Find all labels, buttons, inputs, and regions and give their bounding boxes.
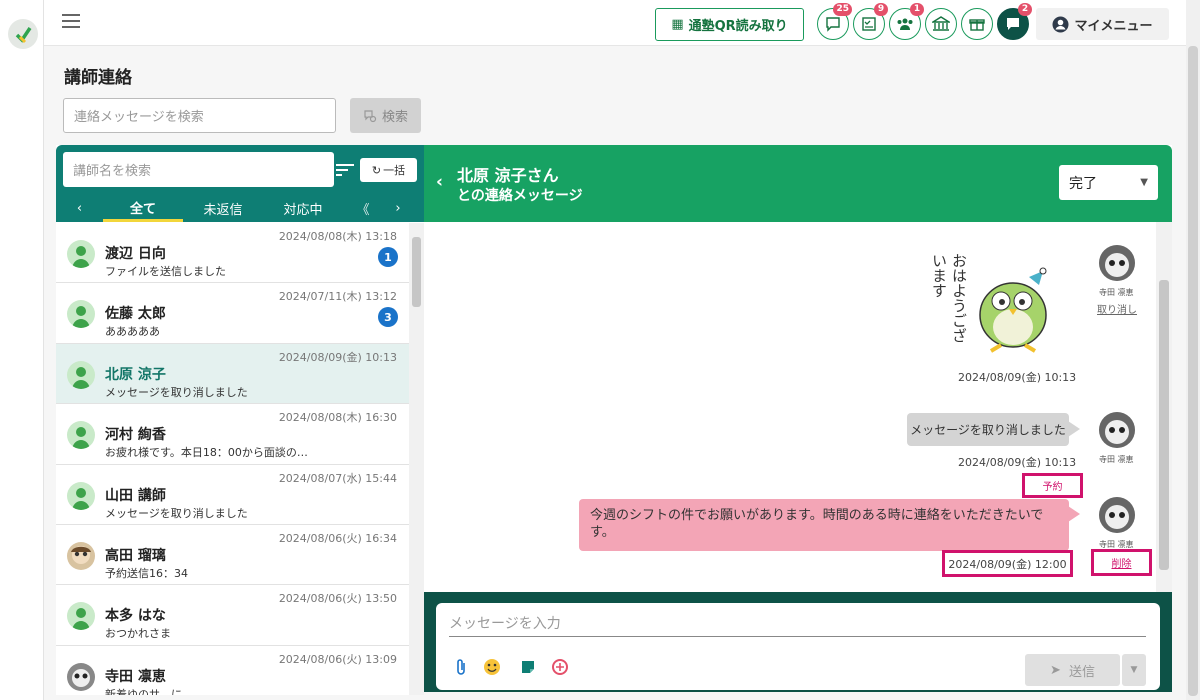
emoji-icon[interactable] [483, 658, 501, 676]
conversation-item-selected[interactable]: 北原 涼子 メッセージを取り消しました 2024/08/09(金) 10:13 [56, 343, 409, 405]
composer-box: メッセージを入力 ➤ 送信 ▼ [436, 603, 1160, 690]
send-button[interactable]: ➤ 送信 [1025, 654, 1120, 686]
undo-link[interactable]: 取り消し [1097, 301, 1137, 316]
stamp-icon[interactable] [551, 658, 569, 676]
reserved-message-bubble: 今週のシフトの件でお願いがあります。時間のある時に連絡をいただきたいです。 [579, 499, 1069, 551]
thread-scrollbar[interactable] [1156, 222, 1172, 592]
message-time: 2024/08/09(金) 10:13 [958, 371, 1077, 384]
avatar [67, 240, 95, 268]
conversation-item[interactable]: 山田 講師 メッセージを取り消しました 2024/08/07(水) 15:44 [56, 464, 409, 525]
status-select[interactable]: 完了 ▼ [1059, 165, 1158, 200]
send-icon: ➤ [1050, 662, 1061, 678]
hamburger-menu-icon[interactable] [62, 14, 80, 28]
conversation-item[interactable]: 河村 絢香 お疲れ様です。本日18：00から面談の… 2024/08/08(木)… [56, 404, 409, 465]
composer: メッセージを入力 ➤ 送信 ▼ [424, 592, 1172, 692]
avatar [67, 602, 95, 631]
refresh-icon: ↻ [371, 163, 382, 177]
sender-avatar [1099, 245, 1135, 281]
chat-header: ‹ 北原 涼子さん との連絡メッセージ 完了 ▼ [424, 145, 1172, 222]
tab-next-partial[interactable]: 《 [343, 195, 383, 222]
chat-icon[interactable]: 25 [817, 3, 852, 40]
message-input[interactable]: メッセージを入力 [449, 613, 1146, 637]
avatar [67, 300, 95, 329]
message-thread: おはようございます 寺田 凛恵 取り消し 2024/08/09(金) 10:13… [424, 222, 1172, 592]
conversation-item[interactable]: 佐藤 太郎 あああああ 2024/07/11(木) 13:12 3 [56, 283, 409, 344]
unread-count: 1 [378, 247, 398, 267]
conversation-item[interactable]: 本多 はな おつかれさま 2024/08/06(火) 13:50 [56, 585, 409, 646]
conversation-list: 渡辺 日向 ファイルを送信しました 2024/08/08(木) 13:18 1 … [56, 223, 409, 695]
avatar [67, 421, 95, 450]
teacher-search-input[interactable]: 講師名を検索 [63, 152, 334, 187]
school-icon[interactable] [925, 8, 957, 40]
delete-link[interactable]: 削除 [1091, 549, 1152, 576]
reserved-tag: 予約 [1042, 482, 1063, 493]
chevron-down-icon: ▼ [1130, 665, 1138, 675]
chat-badge: 25 [833, 3, 852, 16]
list-header: 講師名を検索 ↻ 一括 ‹ 全て 未返信 対応中 《 › [56, 145, 424, 222]
message-time: 2024/08/09(金) 10:13 [958, 456, 1077, 469]
tabs-next-icon[interactable]: › [383, 195, 413, 222]
scheduled-time: 2024/08/09(金) 12:00 [948, 557, 1067, 571]
sender-avatar [1099, 497, 1135, 533]
avatar [67, 360, 95, 389]
conversation-list-panel: 講師名を検索 ↻ 一括 ‹ 全て 未返信 対応中 《 › 渡辺 日向 ファイルを送… [56, 145, 424, 695]
filter-tabs: ‹ 全て 未返信 対応中 《 › [56, 195, 424, 222]
chat-subtitle: との連絡メッセージ [457, 188, 583, 204]
avatar-photo [67, 541, 95, 570]
conversation-item[interactable]: 寺田 凛恵 新着ゆのサ…に 2024/08/06(火) 13:09 [56, 645, 409, 695]
message-search-input[interactable]: 連絡メッセージを検索 [63, 98, 336, 133]
tab-in-progress[interactable]: 対応中 [263, 195, 343, 222]
withdrawn-bubble: メッセージを取り消しました [907, 413, 1069, 446]
dropdown-icon: ▼ [1140, 177, 1148, 188]
page-scrollbar[interactable] [1186, 0, 1200, 700]
conversation-item[interactable]: 高田 瑠璃 予約送信16：34 2024/08/06(火) 16:34 [56, 524, 409, 586]
sticker-icon[interactable] [519, 658, 537, 676]
attach-icon[interactable] [453, 658, 471, 676]
back-chevron-icon[interactable]: ‹ [436, 172, 443, 192]
chat-title: 北原 涼子さん [457, 166, 559, 185]
account-icon [1052, 16, 1069, 32]
sender-avatar [1099, 412, 1135, 448]
checklist-icon[interactable]: 9 [853, 3, 888, 40]
tab-all[interactable]: 全て [103, 195, 183, 222]
group-badge: 1 [910, 3, 924, 16]
sticker-text: おはようございます [930, 253, 968, 343]
unread-count: 3 [378, 307, 398, 328]
gift-icon[interactable] [961, 8, 993, 40]
app-logo[interactable] [8, 19, 38, 49]
search-icon [364, 109, 377, 122]
message-badge: 2 [1018, 3, 1032, 16]
my-menu-button[interactable]: マイメニュー [1036, 8, 1169, 40]
sort-icon[interactable] [335, 162, 355, 178]
page-title: 講師連絡 [64, 68, 132, 88]
checklist-badge: 9 [874, 3, 888, 16]
qr-scan-button[interactable]: ▦ 通塾QR読み取り [655, 8, 804, 41]
sender-name: 寺田 凛恵 [1099, 288, 1134, 297]
qr-icon: ▦ [671, 17, 684, 32]
tabs-prev-icon[interactable]: ‹ [56, 195, 103, 222]
avatar-photo [67, 662, 95, 691]
group-icon[interactable]: 1 [889, 3, 924, 40]
list-scrollbar[interactable] [409, 223, 424, 695]
tab-unreplied[interactable]: 未返信 [183, 195, 263, 222]
bulk-button[interactable]: ↻ 一括 [360, 158, 417, 182]
message-icon[interactable]: 2 [997, 3, 1032, 40]
avatar [67, 481, 95, 510]
side-rail [0, 0, 44, 700]
conversation-item[interactable]: 渡辺 日向 ファイルを送信しました 2024/08/08(木) 13:18 1 [56, 223, 409, 284]
search-button[interactable]: 検索 [350, 98, 421, 133]
sticker-owl: おはようございます [929, 249, 1059, 359]
send-options-dropdown[interactable]: ▼ [1122, 654, 1146, 686]
sender-name: 寺田 凛恵 [1099, 455, 1134, 464]
chat-panel: ‹ 北原 涼子さん との連絡メッセージ 完了 ▼ おはようございます 寺田 凛恵… [424, 145, 1172, 692]
